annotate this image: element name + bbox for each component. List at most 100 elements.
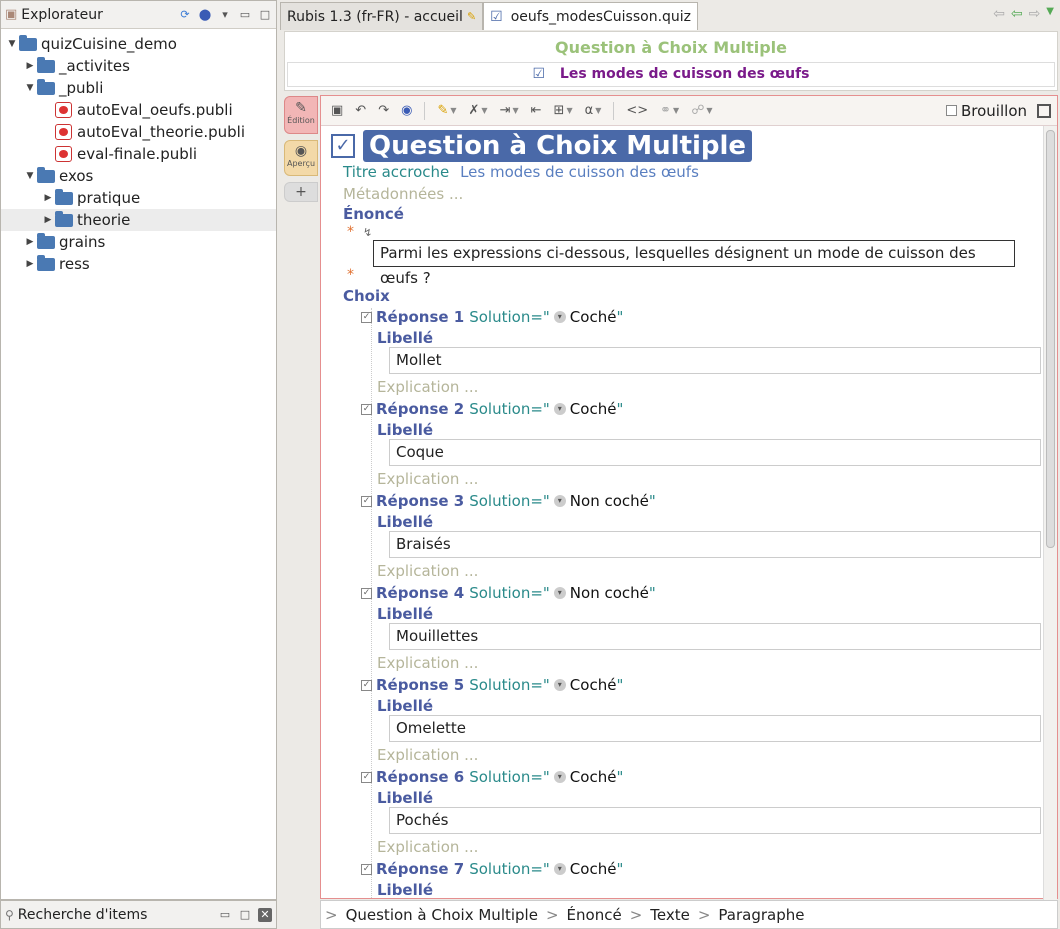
minimize-icon[interactable]: ▭ [238, 8, 252, 22]
menu-chevron-icon[interactable]: ▾ [218, 8, 232, 22]
solution-dropdown-icon[interactable]: ▾ [553, 311, 566, 323]
explorer-header: ▣ Explorateur ⟳ ⬤ ▾ ▭ □ [1, 1, 276, 29]
back-disabled-icon[interactable]: ⇦ [993, 6, 1005, 22]
checkbox-icon[interactable]: ✓ [361, 495, 372, 507]
mode-edition-button[interactable]: ✎ Édition [284, 96, 318, 134]
collapsed-arrow-icon[interactable]: ▶ [43, 215, 53, 225]
solution-dropdown-icon[interactable]: ▾ [553, 495, 566, 507]
checkbox-icon[interactable]: ✓ [361, 771, 372, 783]
tree-item-label: ress [59, 255, 90, 273]
edit-icon: ✎ [295, 100, 307, 116]
maximize-editor-icon[interactable] [1037, 103, 1051, 118]
solution-dropdown-icon[interactable]: ▾ [553, 863, 566, 875]
refresh-icon[interactable]: ⟳ [178, 8, 192, 22]
tab-quiz[interactable]: ☑ oeufs_modesCuisson.quiz [483, 2, 699, 30]
validate-icon[interactable]: ◉ [401, 103, 412, 118]
solution-value[interactable]: Coché [570, 308, 617, 326]
maximize-icon[interactable]: □ [258, 8, 272, 22]
libelle-field[interactable]: Mouillettes [389, 623, 1041, 650]
tree-item[interactable]: eval-finale.publi [1, 143, 276, 165]
tree-item[interactable]: ▼ _publi [1, 77, 276, 99]
breadcrumb-item[interactable]: Texte [650, 906, 690, 924]
checkbox-icon[interactable]: ✓ [361, 587, 372, 599]
tab-accueil[interactable]: Rubis 1.3 (fr-FR) - accueil ✎ [280, 2, 484, 30]
tree-item[interactable]: autoEval_oeufs.publi [1, 99, 276, 121]
link-icon[interactable]: ⚭ ▼ [660, 103, 679, 118]
minimize-icon[interactable]: ▭ [218, 908, 232, 922]
metadonnees-link[interactable]: Métadonnées ... [343, 185, 463, 203]
special-char-button[interactable]: α ▼ [585, 103, 602, 118]
titre-accroche-value[interactable]: Les modes de cuisson des œufs [460, 163, 699, 181]
collapsed-arrow-icon[interactable]: ▶ [25, 61, 35, 71]
tree-item[interactable]: ▶ grains [1, 231, 276, 253]
checkbox-icon[interactable]: ✓ [361, 863, 372, 875]
highlight-icon[interactable]: ✎ ▼ [437, 103, 456, 118]
tree-item[interactable]: ▶ _activites [1, 55, 276, 77]
forward-icon[interactable]: ⇨ [1029, 6, 1041, 22]
brouillon-checkbox[interactable] [946, 105, 957, 116]
scrollbar-thumb[interactable] [1046, 130, 1055, 548]
solution-value[interactable]: Coché [570, 400, 617, 418]
tree-item[interactable]: ▶ theorie [1, 209, 276, 231]
close-icon[interactable]: ✕ [258, 907, 272, 922]
explication-link[interactable]: Explication ... [377, 838, 478, 856]
libelle-field[interactable]: Omelette [389, 715, 1041, 742]
indent-icon[interactable]: ⇥ ▼ [500, 103, 519, 118]
mode-add-button[interactable]: + [284, 182, 318, 202]
libelle-field[interactable]: Pochés [389, 807, 1041, 834]
maximize-icon[interactable]: □ [238, 908, 252, 922]
code-button[interactable]: <> [626, 103, 648, 118]
clear-format-icon[interactable]: ✗ ▼ [469, 103, 488, 118]
explication-link[interactable]: Explication ... [377, 746, 478, 764]
nav-menu-icon[interactable]: ▼ [1046, 6, 1054, 22]
breadcrumb-item[interactable]: Énoncé [567, 906, 622, 924]
table-icon[interactable]: ⊞ ▼ [554, 103, 573, 118]
expanded-arrow-icon[interactable]: ▼ [25, 83, 35, 93]
nav-controls: ⇦ ⇦ ⇨ ▼ [993, 6, 1054, 22]
solution-value[interactable]: Coché [570, 676, 617, 694]
expanded-arrow-icon[interactable]: ▼ [7, 39, 17, 49]
libelle-field[interactable]: Mollet [389, 347, 1041, 374]
tree-item[interactable]: autoEval_theorie.publi [1, 121, 276, 143]
editor-scrollbar[interactable] [1043, 126, 1057, 900]
explication-link[interactable]: Explication ... [377, 470, 478, 488]
outdent-icon[interactable]: ⇤ [531, 103, 542, 118]
solution-value[interactable]: Coché [570, 768, 617, 786]
solution-dropdown-icon[interactable]: ▾ [553, 403, 566, 415]
folder-icon [19, 34, 37, 51]
filter-icon[interactable]: ⬤ [198, 8, 212, 22]
media-icon[interactable]: ☍ ▼ [691, 103, 712, 118]
undo-icon[interactable]: ↶ [355, 103, 366, 118]
explication-link[interactable]: Explication ... [377, 378, 478, 396]
checkbox-icon[interactable]: ✓ [361, 311, 372, 323]
breadcrumb-item[interactable]: Paragraphe [718, 906, 804, 924]
solution-dropdown-icon[interactable]: ▾ [553, 679, 566, 691]
solution-dropdown-icon[interactable]: ▾ [553, 587, 566, 599]
libelle-field[interactable]: Braisés [389, 531, 1041, 558]
solution-value[interactable]: Coché [570, 860, 617, 878]
collapsed-arrow-icon[interactable]: ▶ [43, 193, 53, 203]
tree-item[interactable]: ▶ pratique [1, 187, 276, 209]
checkbox-icon[interactable]: ✓ [361, 403, 372, 415]
solution-value[interactable]: Non coché [570, 584, 649, 602]
save-icon[interactable]: ▣ [331, 103, 343, 118]
enonce-text-field[interactable]: Parmi les expressions ci-dessous, lesque… [373, 240, 1015, 287]
redo-icon[interactable]: ↷ [378, 103, 389, 118]
explication-link[interactable]: Explication ... [377, 654, 478, 672]
breadcrumb-item[interactable]: Question à Choix Multiple [346, 906, 538, 924]
collapsed-arrow-icon[interactable]: ▶ [25, 259, 35, 269]
back-icon[interactable]: ⇦ [1011, 6, 1023, 22]
solution-value[interactable]: Non coché [570, 492, 649, 510]
collapsed-arrow-icon[interactable]: ▶ [25, 237, 35, 247]
mode-apercu-button[interactable]: ◉ Aperçu [284, 140, 318, 176]
libelle-field[interactable]: Coque [389, 439, 1041, 466]
tree-item[interactable]: ▶ ress [1, 253, 276, 275]
checkbox-icon[interactable]: ✓ [361, 679, 372, 691]
explication-link[interactable]: Explication ... [377, 562, 478, 580]
tree-item[interactable]: ▼ quizCuisine_demo [1, 33, 276, 55]
solution-dropdown-icon[interactable]: ▾ [553, 771, 566, 783]
tree-item[interactable]: ▼ exos [1, 165, 276, 187]
answer-title: Réponse 3 [376, 492, 465, 510]
publication-icon [55, 146, 72, 162]
expanded-arrow-icon[interactable]: ▼ [25, 171, 35, 181]
